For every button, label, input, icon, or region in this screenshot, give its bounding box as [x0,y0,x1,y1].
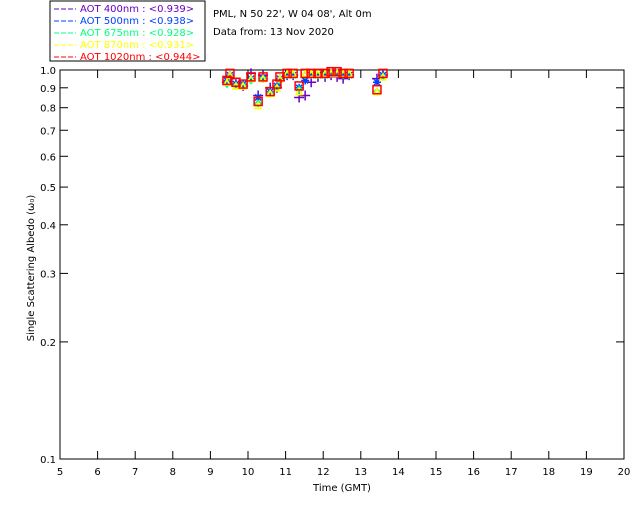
x-tick-label: 8 [170,467,176,478]
legend-entry: AOT 1020nm : <0.944> [80,52,200,63]
y-tick-label: 0.9 [40,84,56,95]
x-tick-label: 10 [242,467,255,478]
data-marks [221,66,388,110]
x-tick-label: 9 [207,467,213,478]
site-label: PML, N 50 22', W 04 08', Alt 0m [213,9,372,20]
date-label: Data from: 13 Nov 2020 [213,27,334,38]
y-tick-label: 0.3 [40,269,56,280]
legend-entry: AOT 500nm : <0.938> [80,16,194,27]
x-tick-label: 20 [618,467,631,478]
y-tick-label: 0.5 [40,183,56,194]
y-tick-label: 1.0 [40,66,56,77]
y-tick-label: 0.1 [40,455,56,466]
axes: 5 6 7 8 9 10 11 12 13 14 15 16 17 18 19 20 0.1 0.2 0.3 0.4 0… [40,66,630,478]
x-tick-label: 15 [430,467,443,478]
y-tick-label: 0.8 [40,104,56,115]
x-tick-label: 7 [132,467,138,478]
y-tick-label: 0.6 [40,152,56,163]
x-tick-label: 17 [505,467,518,478]
legend-entry: AOT 870nm : <0.931> [80,40,194,51]
x-tick-label: 19 [580,467,593,478]
x-tick-label: 12 [317,467,330,478]
x-tick-label: 11 [279,467,292,478]
y-tick-label: 0.4 [40,221,56,232]
y-axis-label: Single Scattering Albedo (ω₀) [26,195,37,342]
x-tick-label: 16 [467,467,480,478]
x-axis-label: Time (GMT) [312,483,371,494]
y-tick-label: 0.2 [40,338,56,349]
legend-entry: AOT 400nm : <0.939> [80,4,194,15]
x-tick-label: 13 [354,467,367,478]
y-tick-label: 0.7 [40,126,56,137]
chart: AOT 400nm : <0.939>AOT 500nm : <0.938>AO… [26,0,630,494]
legend-entry: AOT 675nm : <0.928> [80,28,194,39]
x-tick-label: 14 [392,467,405,478]
x-tick-label: 5 [57,467,63,478]
x-tick-label: 18 [542,467,555,478]
plot-frame [59,69,625,460]
x-tick-label: 6 [94,467,100,478]
